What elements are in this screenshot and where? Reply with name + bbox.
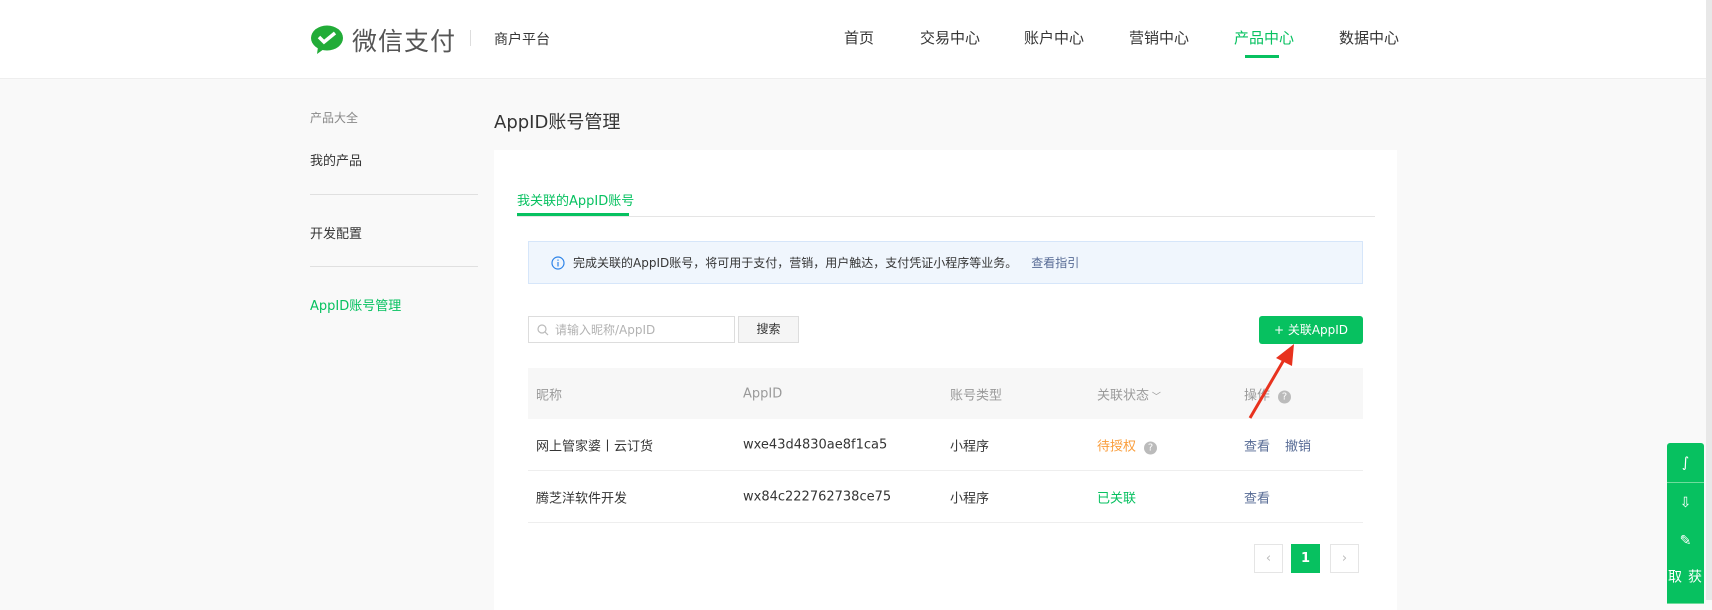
- tab-linked-appid[interactable]: 我关联的AppID账号: [517, 190, 634, 209]
- search-placeholder: 请输入昵称/AppID: [555, 323, 656, 337]
- scrollbar[interactable]: [1706, 0, 1712, 600]
- row-appid: wxe43d4830ae8f1ca5: [743, 437, 888, 452]
- sidebar-divider: [310, 266, 478, 267]
- nav-transactions[interactable]: 交易中心: [920, 27, 980, 48]
- revoke-button[interactable]: 撤销: [1285, 435, 1311, 454]
- search-button[interactable]: 搜索: [738, 316, 799, 343]
- info-icon: [551, 255, 565, 270]
- link-icon[interactable]: ∫: [1667, 443, 1704, 483]
- nav-products[interactable]: 产品中心: [1234, 27, 1294, 48]
- page-title: AppID账号管理: [494, 112, 621, 133]
- col-status[interactable]: 关联状态 ﹀: [1097, 384, 1161, 403]
- page-1-button[interactable]: 1: [1291, 544, 1320, 573]
- sidebar-heading-all-products[interactable]: 产品大全: [310, 109, 358, 126]
- table-row: 腾芝洋软件开发 wx84c222762738ce75 小程序 已关联 查看: [528, 471, 1363, 523]
- nav-active-indicator: [1245, 55, 1279, 58]
- search-icon: [537, 323, 549, 335]
- download-icon[interactable]: ⇩: [1667, 483, 1704, 523]
- prev-page-button[interactable]: ‹: [1254, 544, 1283, 573]
- chevron-down-icon: ﹀: [1149, 392, 1161, 402]
- nav-data[interactable]: 数据中心: [1339, 27, 1399, 48]
- sidebar-divider: [310, 194, 478, 195]
- row-nickname: 网上管家婆丨云订货: [536, 439, 654, 454]
- red-arrow-annotation: [1248, 344, 1294, 419]
- col-status-label: 关联状态: [1097, 388, 1150, 403]
- sidebar-item-dev-config[interactable]: 开发配置: [310, 223, 362, 242]
- view-button[interactable]: 查看: [1244, 487, 1270, 506]
- row-status: 待授权?: [1097, 435, 1158, 454]
- row-nickname: 腾芝洋软件开发: [536, 491, 628, 506]
- col-account-type: 账号类型: [950, 388, 1003, 403]
- nav-marketing[interactable]: 营销中心: [1129, 27, 1189, 48]
- col-appid: AppID: [743, 386, 783, 401]
- platform-name: 商户平台: [494, 32, 550, 48]
- get-button[interactable]: 获取: [1666, 559, 1704, 604]
- wechat-pay-icon: [311, 25, 343, 54]
- sidebar-item-my-products[interactable]: 我的产品: [310, 150, 362, 169]
- row-type: 小程序: [950, 439, 990, 454]
- row-appid: wx84c222762738ce75: [743, 489, 892, 504]
- info-text: 完成关联的AppID账号，将可用于支付，营销，用户触达，支付凭证小程序等业务。: [573, 256, 1018, 270]
- row-type: 小程序: [950, 491, 990, 506]
- table-header: 昵称 AppID 账号类型 关联状态 ﹀ 操作?: [528, 368, 1363, 419]
- sidebar-item-appid-management[interactable]: AppID账号管理: [310, 295, 401, 314]
- next-page-button[interactable]: ›: [1330, 544, 1359, 573]
- col-nickname: 昵称: [536, 388, 563, 403]
- view-guide-link[interactable]: 查看指引: [1031, 254, 1079, 271]
- status-pending: 待授权: [1097, 439, 1137, 454]
- status-linked: 已关联: [1097, 491, 1137, 506]
- search-input[interactable]: 请输入昵称/AppID: [528, 316, 735, 343]
- brand-name: 微信支付: [352, 27, 457, 56]
- nav-account[interactable]: 账户中心: [1024, 27, 1084, 48]
- table-row: 网上管家婆丨云订货 wxe43d4830ae8f1ca5 小程序 待授权? 查看…: [528, 419, 1363, 471]
- help-icon[interactable]: ?: [1144, 441, 1158, 454]
- info-banner: 完成关联的AppID账号，将可用于支付，营销，用户触达，支付凭证小程序等业务。 …: [528, 241, 1363, 284]
- edit-icon[interactable]: ✎: [1667, 521, 1704, 561]
- wechat-pay-logo[interactable]: 微信支付: [310, 22, 456, 58]
- tab-divider: [517, 216, 1375, 217]
- header-separator: [470, 30, 471, 46]
- view-button[interactable]: 查看: [1244, 435, 1270, 454]
- nav-home[interactable]: 首页: [844, 27, 874, 48]
